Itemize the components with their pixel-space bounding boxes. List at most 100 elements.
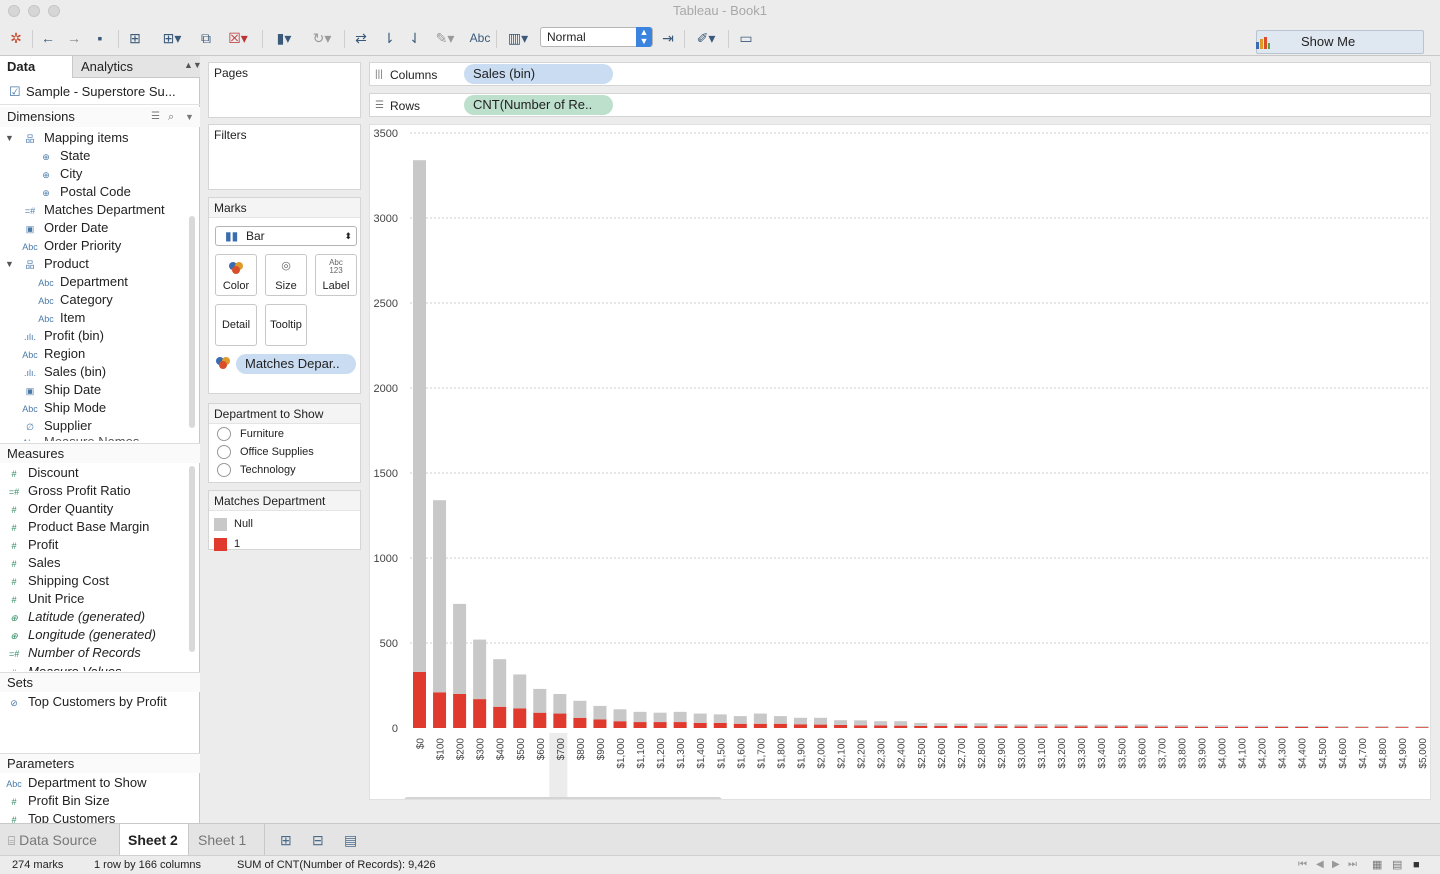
show-mark-labels-icon[interactable]: Abc (466, 28, 494, 48)
bar-null[interactable] (894, 721, 908, 726)
bar-null[interactable] (573, 700, 587, 718)
bar-null[interactable] (733, 716, 747, 724)
bar-match[interactable] (453, 694, 467, 728)
sort-ascending-icon[interactable]: ⇂ (378, 28, 400, 48)
bar-null[interactable] (814, 717, 827, 725)
bar-match[interactable] (1134, 726, 1148, 728)
undo-icon[interactable]: ← (38, 28, 58, 48)
last-sheet-icon[interactable]: ⏭ (1348, 856, 1357, 874)
field-postal-code[interactable]: ⊕ Postal Code (38, 183, 131, 201)
bar-null[interactable] (834, 720, 848, 725)
bar-match[interactable] (894, 725, 908, 728)
field-profit-bin[interactable]: .ılı. Profit (bin) (22, 327, 104, 345)
bar-null[interactable] (1194, 725, 1208, 727)
new-data-source-icon[interactable]: ⊞ (124, 28, 146, 48)
chevron-down-icon[interactable]: ▼ (185, 107, 194, 127)
histogram-chart[interactable]: 0 500 1000 1500 2000 2500 3000 3500 $0 $100 $200 $3… (370, 125, 1430, 804)
bar-match[interactable] (1315, 726, 1329, 728)
field-item[interactable]: Abc Item (38, 309, 85, 327)
filmstrip-icon[interactable]: ▤ (1392, 856, 1402, 874)
bar-null[interactable] (533, 688, 547, 713)
field-department[interactable]: Abc Department (38, 273, 128, 291)
tab-sheet-2[interactable]: Sheet 2 (119, 824, 189, 856)
bar-null[interactable] (613, 709, 627, 722)
radio-office-supplies[interactable] (217, 445, 231, 459)
new-story-tab-icon[interactable]: ▤ (336, 824, 357, 856)
bar-match[interactable] (573, 717, 587, 728)
bar-null[interactable] (1174, 725, 1188, 727)
bar-null[interactable] (934, 723, 948, 726)
view-size-select[interactable]: Normal ▲ ▼ (540, 27, 653, 47)
filters-card[interactable]: Filters (208, 124, 361, 190)
bar-match[interactable] (954, 725, 968, 728)
bar-match[interactable] (693, 722, 707, 728)
field-unit-price[interactable]: # Unit Price (6, 590, 84, 608)
bar-null[interactable] (1054, 724, 1068, 727)
bar-match[interactable] (1335, 727, 1349, 728)
field-region[interactable]: Abc Region (22, 345, 85, 363)
bar-match[interactable] (974, 726, 988, 728)
fix-axes-icon[interactable]: ⇥ (658, 28, 678, 48)
field-product[interactable]: 品 Product (22, 255, 88, 273)
bar-match[interactable] (1275, 726, 1289, 728)
bar-null[interactable] (493, 659, 507, 707)
bar-null[interactable] (593, 705, 607, 720)
tab-analytics[interactable]: Analytics (74, 56, 200, 78)
bar-null[interactable] (673, 711, 687, 723)
save-icon[interactable]: ▪ (90, 28, 110, 48)
field-order-priority[interactable]: Abc Order Priority (22, 237, 121, 255)
field-gross-profit-ratio[interactable]: =# Gross Profit Ratio (6, 482, 131, 500)
field-longitude-generated[interactable]: ⊕ Longitude (generated) (6, 626, 156, 644)
field-latitude-generated[interactable]: ⊕ Latitude (generated) (6, 608, 145, 626)
bar-match[interactable] (533, 712, 547, 728)
bar-null[interactable] (773, 716, 787, 724)
field-department-to-show[interactable]: Abc Department to Show (6, 774, 146, 792)
bar-match[interactable] (854, 725, 868, 728)
bar-null[interactable] (1375, 726, 1389, 728)
color-button[interactable]: Color (215, 254, 257, 296)
bar-match[interactable] (994, 726, 1008, 728)
bar-null[interactable] (1074, 724, 1088, 727)
bar-match[interactable] (1014, 726, 1028, 728)
legend-label-1[interactable]: 1 (234, 538, 240, 550)
bar-null[interactable] (1315, 725, 1329, 727)
bar-match[interactable] (1054, 726, 1068, 728)
rows-pill-count-records[interactable]: CNT(Number of Re.. (464, 95, 613, 115)
tabs-view-icon[interactable]: ■ (1413, 856, 1420, 874)
field-profit[interactable]: # Profit (6, 536, 58, 554)
sort-descending-icon[interactable]: ⇃ (404, 28, 426, 48)
bar-match[interactable] (673, 722, 687, 728)
bar-match[interactable] (793, 724, 807, 728)
bar-match[interactable] (1355, 727, 1369, 728)
bar-null[interactable] (974, 723, 988, 727)
bar-match[interactable] (433, 692, 447, 728)
radio-furniture[interactable] (217, 427, 231, 441)
bar-match[interactable] (753, 723, 767, 728)
bar-match[interactable] (733, 723, 747, 728)
legend-label-null[interactable]: Null (234, 518, 253, 530)
bar-match[interactable] (553, 713, 567, 728)
bar-null[interactable] (693, 713, 707, 723)
color-pill-matches-department[interactable]: Matches Depar.. (236, 354, 356, 374)
expand-triangle-icon[interactable]: ▼ (5, 259, 14, 269)
bar-null[interactable] (1335, 726, 1349, 728)
bar-null[interactable] (1235, 725, 1249, 727)
prev-sheet-icon[interactable]: ◀ (1316, 856, 1324, 874)
tooltip-icon[interactable]: ✐▾ (690, 28, 722, 48)
field-profit-bin-size[interactable]: # Profit Bin Size (6, 792, 109, 810)
legend-swatch-1[interactable] (214, 538, 227, 551)
bar-null[interactable] (1355, 726, 1369, 728)
field-ship-date[interactable]: ▣ Ship Date (22, 381, 101, 399)
sheet-sorter-icon[interactable]: ▦ (1372, 856, 1382, 874)
bar-match[interactable] (1174, 726, 1188, 728)
bar-null[interactable] (1034, 724, 1048, 727)
bar-null[interactable] (513, 674, 527, 709)
field-shipping-cost[interactable]: # Shipping Cost (6, 572, 108, 590)
field-product-base-margin[interactable]: # Product Base Margin (6, 518, 149, 536)
pane-menu-icon[interactable]: ▲▼ (184, 60, 202, 70)
bar-match[interactable] (834, 724, 848, 728)
bar-match[interactable] (653, 722, 667, 728)
bar-match[interactable] (1194, 726, 1208, 728)
data-source-item[interactable]: ☑ Sample - Superstore Su... (0, 79, 200, 105)
bar-null[interactable] (1215, 725, 1228, 727)
